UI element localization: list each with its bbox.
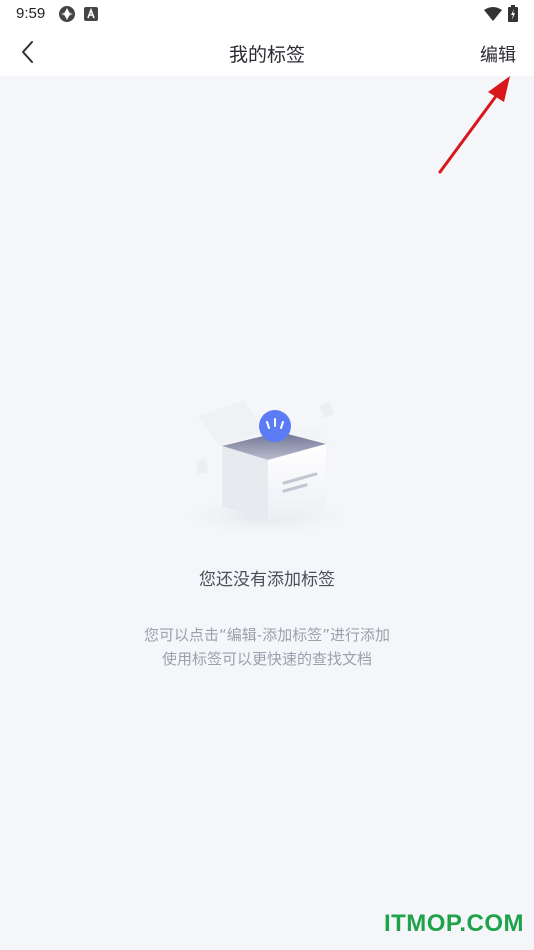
- empty-state-hint: 使用标签可以更快速的查找文档: [161, 650, 372, 668]
- edit-button[interactable]: 编辑: [480, 41, 516, 67]
- empty-state-hint: 您可以点击“编辑-添加标签”进行添加: [144, 626, 390, 644]
- tags-screen: 9:59 我的标签 编辑 您还没有添加标签 您可以点击“编辑-添加标签”进行添加…: [0, 0, 534, 950]
- app-notification-icon: [58, 5, 76, 27]
- watermark-logo: ITMOP.COM: [383, 910, 524, 937]
- battery-icon: [508, 5, 518, 26]
- top-nav-bar: 我的标签 编辑: [0, 28, 534, 76]
- empty-state-title: 您还没有添加标签: [199, 570, 335, 590]
- status-time: 9:59: [16, 5, 46, 22]
- page-title: 我的标签: [228, 44, 305, 66]
- status-bar: 9:59: [0, 0, 534, 28]
- wifi-icon: [484, 6, 502, 25]
- empty-box-icon: [167, 400, 363, 538]
- annotation-arrow-icon: [438, 76, 510, 174]
- a-notification-icon: [84, 6, 98, 25]
